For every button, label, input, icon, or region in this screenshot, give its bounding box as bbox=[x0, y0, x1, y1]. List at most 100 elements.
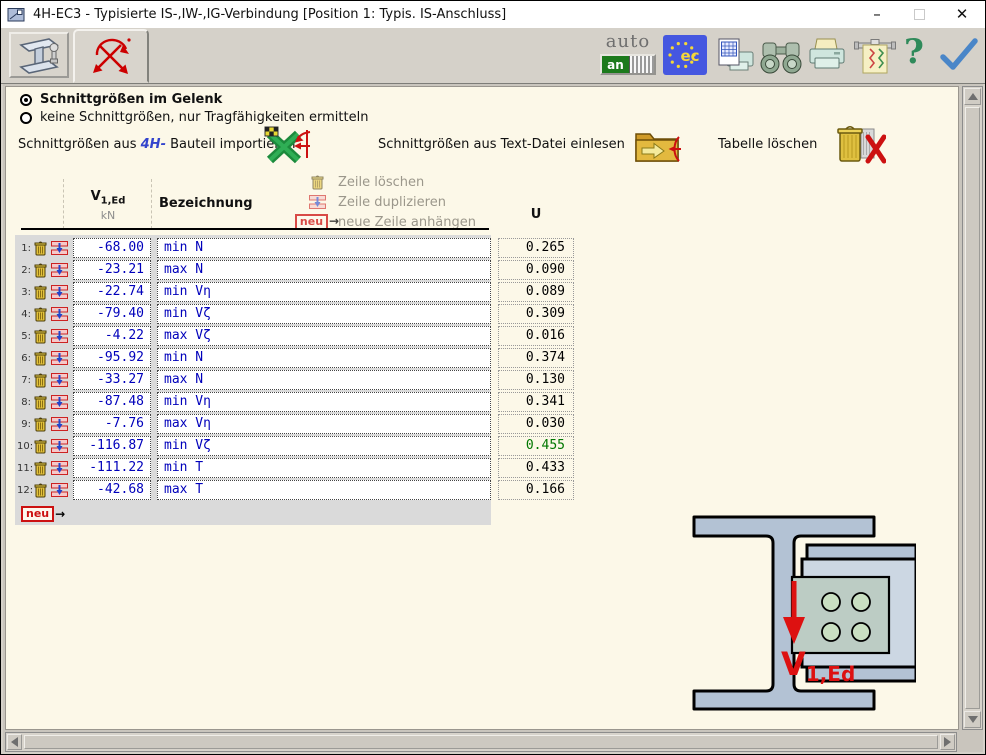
duplicate-row-button[interactable] bbox=[50, 329, 69, 343]
scroll-left-button[interactable] bbox=[7, 734, 22, 750]
delete-row-button[interactable] bbox=[33, 329, 48, 344]
scroll-up-button[interactable] bbox=[964, 88, 981, 105]
designation-input[interactable]: min Vη bbox=[157, 392, 491, 412]
duplicate-row-button[interactable] bbox=[50, 395, 69, 409]
radio-icon[interactable] bbox=[20, 93, 32, 106]
beam-top-flange bbox=[805, 543, 916, 561]
delete-row-button[interactable] bbox=[33, 307, 48, 322]
option-capacities-only[interactable]: keine Schnittgrößen, nur Tragfähigkeiten… bbox=[20, 110, 368, 125]
duplicate-row-button[interactable] bbox=[50, 461, 69, 475]
shear-force-input[interactable]: -42.68 bbox=[73, 480, 151, 500]
textfile-label: Schnittgrößen aus Text-Datei einlesen bbox=[378, 137, 625, 152]
shear-force-input[interactable]: -7.76 bbox=[73, 414, 151, 434]
auto-toggle[interactable]: auto an bbox=[597, 32, 659, 75]
print-list-button[interactable] bbox=[715, 36, 755, 80]
delete-row-button[interactable] bbox=[33, 439, 48, 454]
designation-input[interactable]: max Vζ bbox=[157, 326, 491, 346]
column-header-name: Bezeichnung bbox=[159, 196, 253, 211]
minimize-button[interactable]: – bbox=[870, 7, 884, 22]
vertical-scrollbar[interactable] bbox=[962, 86, 983, 730]
option-forces-in-joint[interactable]: Schnittgrößen im Gelenk bbox=[20, 92, 222, 107]
horizontal-scrollbar[interactable] bbox=[5, 732, 957, 752]
delete-row-button[interactable] bbox=[33, 263, 48, 278]
protocol-button[interactable] bbox=[854, 36, 896, 80]
header-underline bbox=[21, 228, 489, 230]
shear-force-input[interactable]: -79.40 bbox=[73, 304, 151, 324]
duplicate-row-button[interactable] bbox=[50, 307, 69, 321]
read-textfile-button[interactable] bbox=[634, 127, 682, 167]
shear-force-input[interactable]: -33.27 bbox=[73, 370, 151, 390]
maximize-button[interactable] bbox=[914, 9, 925, 20]
shear-force-input[interactable]: -4.22 bbox=[73, 326, 151, 346]
designation-input[interactable]: min N bbox=[157, 348, 491, 368]
clear-table-button[interactable] bbox=[832, 123, 887, 169]
delete-row-button[interactable] bbox=[33, 241, 48, 256]
shear-force-input[interactable]: -87.48 bbox=[73, 392, 151, 412]
confirm-button[interactable] bbox=[937, 37, 981, 77]
delete-row-button[interactable] bbox=[33, 285, 48, 300]
radio-icon[interactable] bbox=[20, 111, 32, 124]
duplicate-row-button[interactable] bbox=[50, 263, 69, 277]
neu-arrow: → bbox=[55, 507, 66, 521]
trash-icon bbox=[34, 241, 47, 255]
option-label: keine Schnittgrößen, nur Tragfähigkeiten… bbox=[40, 110, 369, 125]
duplicate-row-button[interactable] bbox=[50, 373, 69, 387]
delete-row-button[interactable] bbox=[33, 417, 48, 432]
help-button[interactable]: ? bbox=[904, 32, 924, 72]
delete-row-button[interactable] bbox=[33, 483, 48, 498]
shear-force-input[interactable]: -68.00 bbox=[73, 238, 151, 258]
designation-input[interactable]: min N bbox=[157, 238, 491, 258]
trash-icon bbox=[34, 285, 47, 299]
duplicate-row-button[interactable] bbox=[50, 351, 69, 365]
utilization-value: 0.265 bbox=[498, 238, 574, 258]
crossed-arrows-icon bbox=[93, 38, 131, 74]
designation-input[interactable]: max N bbox=[157, 260, 491, 280]
duplicate-row-button[interactable] bbox=[50, 285, 69, 299]
auto-switch[interactable]: an bbox=[600, 54, 656, 75]
duplicate-row-button[interactable] bbox=[50, 241, 69, 255]
designation-input[interactable]: min T bbox=[157, 458, 491, 478]
designation-input[interactable]: max N bbox=[157, 370, 491, 390]
eurocode-button[interactable]: ec bbox=[663, 35, 707, 79]
print-button[interactable] bbox=[807, 38, 847, 76]
delete-row-button[interactable] bbox=[33, 373, 48, 388]
duplicate-row-button[interactable] bbox=[50, 483, 69, 497]
utilization-value: 0.455 bbox=[498, 436, 574, 456]
tab-internal-forces[interactable] bbox=[73, 29, 149, 83]
duplicate-row-icon bbox=[51, 373, 68, 387]
tab-geometry[interactable] bbox=[9, 32, 69, 78]
table-row: 1: -68.00 min N bbox=[17, 238, 491, 258]
append-row-button[interactable]: neu → bbox=[21, 506, 65, 522]
import-component-icon bbox=[264, 126, 311, 164]
designation-input[interactable]: max Vη bbox=[157, 414, 491, 434]
table-row: 7: -33.27 max N bbox=[17, 370, 491, 390]
view-button[interactable] bbox=[758, 40, 804, 78]
delete-row-button[interactable] bbox=[33, 395, 48, 410]
shear-force-input[interactable]: -116.87 bbox=[73, 436, 151, 456]
shear-force-input[interactable]: -22.74 bbox=[73, 282, 151, 302]
row-number: 1: bbox=[21, 242, 31, 254]
shear-force-input[interactable]: -23.21 bbox=[73, 260, 151, 280]
horizontal-scroll-thumb[interactable] bbox=[24, 735, 938, 749]
scroll-down-button[interactable] bbox=[964, 711, 981, 728]
scroll-right-button[interactable] bbox=[940, 734, 955, 750]
duplicate-row-button[interactable] bbox=[50, 439, 69, 453]
fin-plate bbox=[790, 575, 891, 655]
delete-row-button[interactable] bbox=[33, 351, 48, 366]
shear-force-input[interactable]: -95.92 bbox=[73, 348, 151, 368]
designation-input[interactable]: min Vη bbox=[157, 282, 491, 302]
import-from-component-button[interactable] bbox=[264, 124, 312, 168]
utilization-value: 0.016 bbox=[498, 326, 574, 346]
duplicate-row-button[interactable] bbox=[50, 417, 69, 431]
shear-force-input[interactable]: -111.22 bbox=[73, 458, 151, 478]
table-row: 10: -116.87 min Vζ bbox=[17, 436, 491, 456]
designation-input[interactable]: max T bbox=[157, 480, 491, 500]
trash-icon bbox=[34, 439, 47, 453]
designation-input[interactable]: min Vζ bbox=[157, 304, 491, 324]
vertical-scroll-thumb[interactable] bbox=[965, 107, 980, 709]
designation-input[interactable]: min Vζ bbox=[157, 436, 491, 456]
protocol-icon bbox=[854, 39, 896, 74]
close-button[interactable]: ✕ bbox=[955, 7, 969, 22]
row-number: 6: bbox=[21, 352, 31, 364]
delete-row-button[interactable] bbox=[33, 461, 48, 476]
